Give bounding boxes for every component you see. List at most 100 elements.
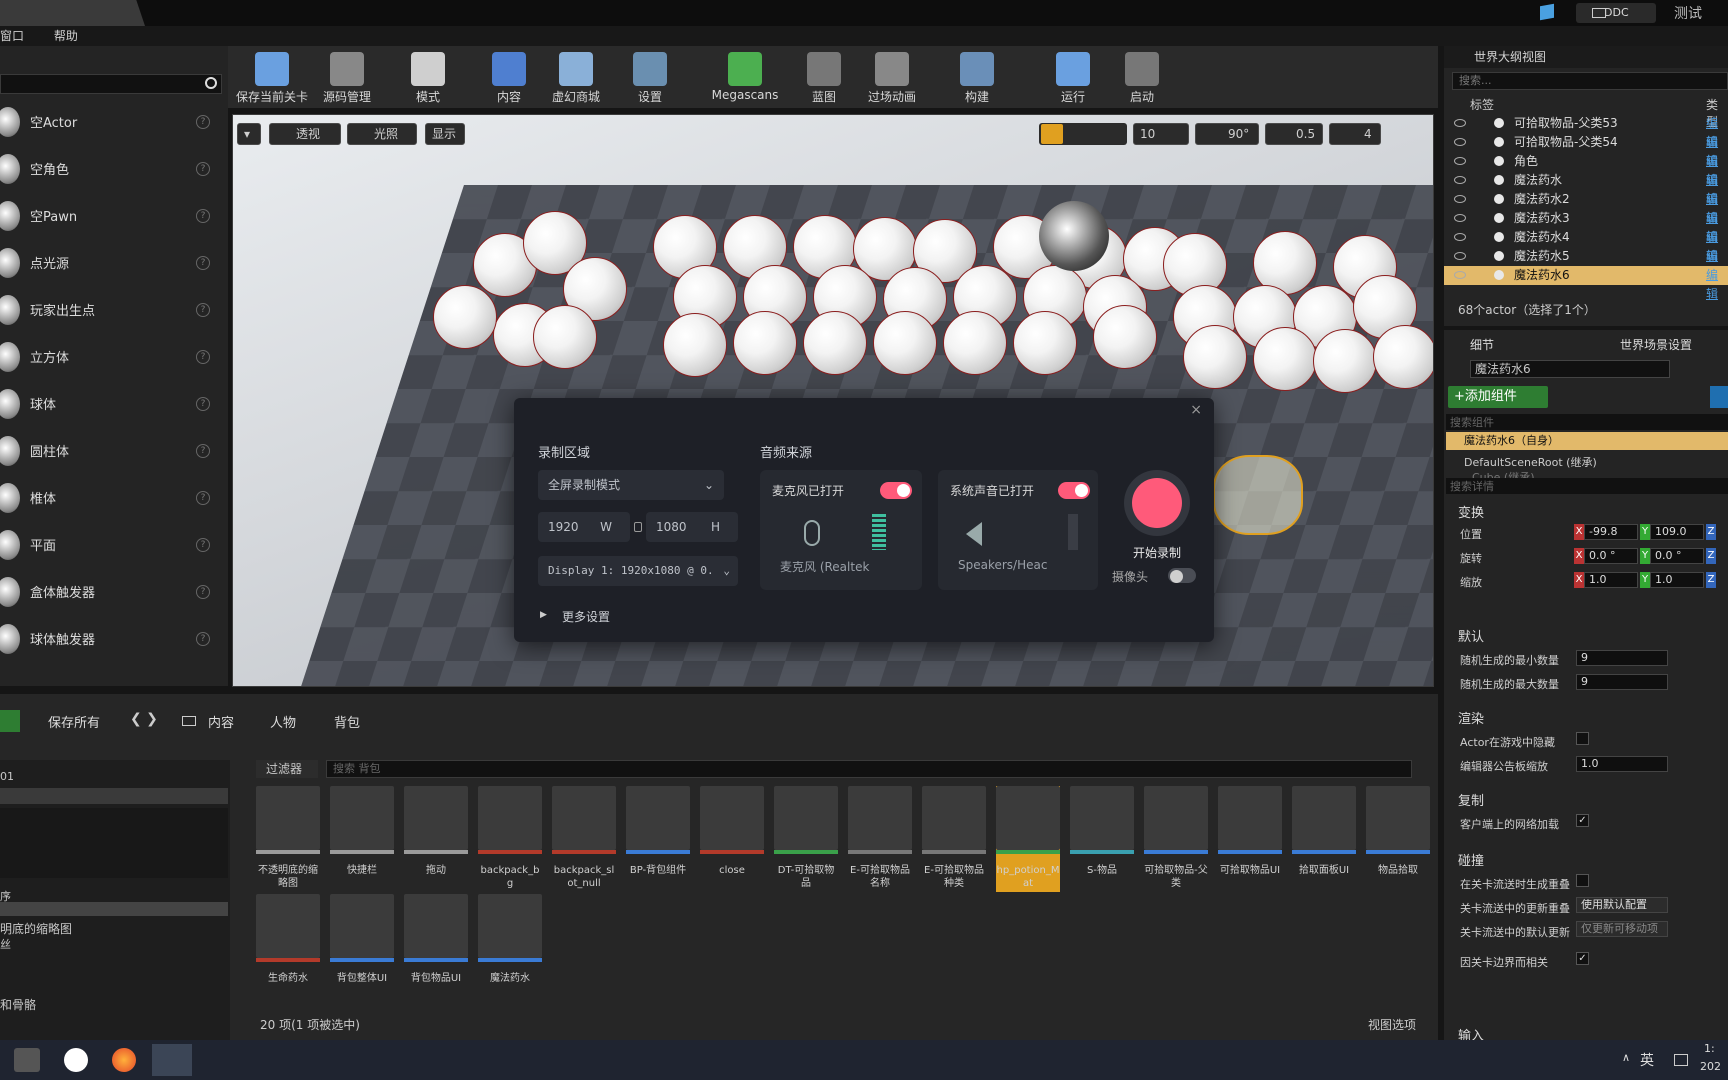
potion-ball[interactable] [1013,311,1077,375]
unreal-icon[interactable] [64,1048,88,1072]
scale-snap[interactable]: 0.5 [1265,123,1323,145]
eye-icon[interactable] [1454,214,1466,222]
asset-tile[interactable]: BP-背包组件 [626,786,690,877]
eye-icon[interactable] [1454,138,1466,146]
asset-tile[interactable]: 拾取面板UI [1292,786,1356,877]
place-item[interactable]: 圆柱体? [0,427,222,474]
outliner-row[interactable]: 可拾取物品-父类53 编辑 [1444,114,1728,149]
toolbar-button[interactable]: 内容 [484,46,534,108]
help-icon[interactable]: ? [196,349,210,364]
help-icon[interactable]: ? [196,114,210,129]
outliner-row[interactable]: 魔法药水3 编辑 [1444,209,1728,244]
mic-toggle[interactable] [880,482,912,499]
view-options-button[interactable]: 视图选项 [1352,1016,1416,1033]
display-select[interactable]: Display 1: 1920x1080 @ 0. ⌄ [538,556,738,586]
expand-arrow-icon[interactable]: ▶ [540,610,547,620]
system-audio-toggle[interactable] [1058,482,1090,499]
asset-tile[interactable]: 背包整体UI [330,894,394,985]
help-icon[interactable]: ? [196,631,210,646]
potion-ball[interactable] [1373,325,1433,389]
filter-button[interactable]: 过滤器 [256,760,318,778]
location-x-field[interactable]: -99.8 [1584,524,1638,540]
render-section[interactable]: 渲染 [1458,708,1484,727]
outliner-row[interactable]: 角色 编辑 [1444,152,1728,187]
breadcrumb-backpack[interactable]: 背包 [334,712,360,731]
tree-item[interactable]: 01 [0,770,14,783]
place-item[interactable]: 盒体触发器? [0,568,222,615]
toolbar-button[interactable]: 蓝图 [796,46,852,108]
lock-icon[interactable] [634,522,642,532]
selected-cube-gizmo[interactable] [1213,455,1303,535]
breadcrumb-content[interactable]: 内容 [208,712,234,731]
outliner-row[interactable]: 魔法药水4 编辑 [1444,228,1728,263]
camera-speed[interactable]: 4 [1329,123,1381,145]
asset-tile[interactable]: backpack_slot_null [552,786,616,890]
toolbar-button[interactable]: 虚幻商城 [540,46,612,108]
place-item[interactable]: 空角色? [0,145,222,192]
potion-ball[interactable] [663,313,727,377]
help-icon[interactable]: ? [196,537,210,552]
toolbar-button[interactable]: 构建 [948,46,1006,108]
asset-tile[interactable]: close [700,786,764,877]
tree-item[interactable]: 明底的缩略图 [0,920,72,937]
eye-icon[interactable] [1454,157,1466,165]
asset-tile[interactable]: S-物品 [1070,786,1134,877]
default-update-select[interactable]: 仅更新可移动项 [1576,921,1668,937]
tray-up-icon[interactable]: ∧ [1622,1051,1630,1064]
mic-device-select[interactable]: 麦克风 (Realtek [780,558,869,575]
place-item[interactable]: 椎体? [0,474,222,521]
potion-ball[interactable] [1253,327,1317,391]
asset-tile[interactable]: hp_potion_Mat [996,786,1060,892]
hidden-in-game-checkbox[interactable] [1576,732,1589,745]
tab-world-settings[interactable]: 世界场景设置 [1604,336,1692,353]
app-icon[interactable] [14,1048,40,1072]
asset-tile[interactable]: 拖动 [404,786,468,877]
blueprint-button[interactable] [1710,386,1728,408]
place-item[interactable]: 立方体? [0,333,222,380]
toolbar-button[interactable]: 模式 [400,46,456,108]
grid-snap[interactable]: 10 [1133,123,1189,145]
asset-tile[interactable]: 快捷栏 [330,786,394,877]
asset-tile[interactable]: 背包物品UI [404,894,468,985]
edit-link[interactable]: 编辑 [1706,266,1728,304]
outliner-row[interactable]: 可拾取物品-父类54 编辑 [1444,133,1728,168]
asset-tile[interactable]: DT-可拾取物品 [774,786,838,890]
clock-date[interactable]: 202 [1700,1060,1721,1073]
place-item[interactable]: 空Actor? [0,98,222,145]
more-settings-link[interactable]: 更多设置 [562,608,610,625]
menu-window[interactable]: 窗口 [0,26,24,46]
notification-icon[interactable] [1540,3,1554,21]
viewport-menu-button[interactable]: ▾ [237,123,261,145]
asset-tile[interactable]: 物品拾取 [1366,786,1430,877]
transform-section[interactable]: 变换 [1458,502,1484,521]
help-icon[interactable]: ? [196,302,210,317]
location-y-field[interactable]: 109.0 [1650,524,1704,540]
help-icon[interactable]: ? [196,208,210,223]
potion-ball[interactable] [943,311,1007,375]
close-icon[interactable]: × [1190,402,1202,418]
toolbar-button[interactable]: 源码管理 [314,46,380,108]
ddc-badge[interactable]: DDC [1576,3,1656,23]
keyboard-icon[interactable] [1674,1054,1688,1066]
search-details-input[interactable]: 搜索详情 [1446,478,1728,494]
gen-overlap-checkbox[interactable] [1576,874,1589,887]
record-mode-select[interactable]: 全屏录制模式 ⌄ [538,470,724,500]
asset-tile[interactable]: 生命药水 [256,894,320,985]
net-load-checkbox[interactable]: ✓ [1576,814,1589,827]
eye-icon[interactable] [1454,233,1466,241]
eye-icon[interactable] [1454,195,1466,203]
help-icon[interactable]: ? [196,255,210,270]
toolbar-button[interactable]: 运行 [1044,46,1102,108]
editor-tab[interactable] [0,0,145,26]
tree-item[interactable]: 和骨骼 [0,996,36,1013]
potion-ball[interactable] [433,285,497,349]
column-label-header[interactable]: 标签 [1470,96,1494,113]
move-tool-icon[interactable] [1041,124,1063,144]
speaker-device-select[interactable]: Speakers/Heac [958,558,1047,572]
add-component-button[interactable]: +添加组件 [1448,386,1548,408]
width-input[interactable]: 1920 W [538,512,630,542]
eye-icon[interactable] [1454,176,1466,184]
eye-icon[interactable] [1454,252,1466,260]
transform-tools[interactable] [1039,123,1127,145]
place-item[interactable]: 平面? [0,521,222,568]
